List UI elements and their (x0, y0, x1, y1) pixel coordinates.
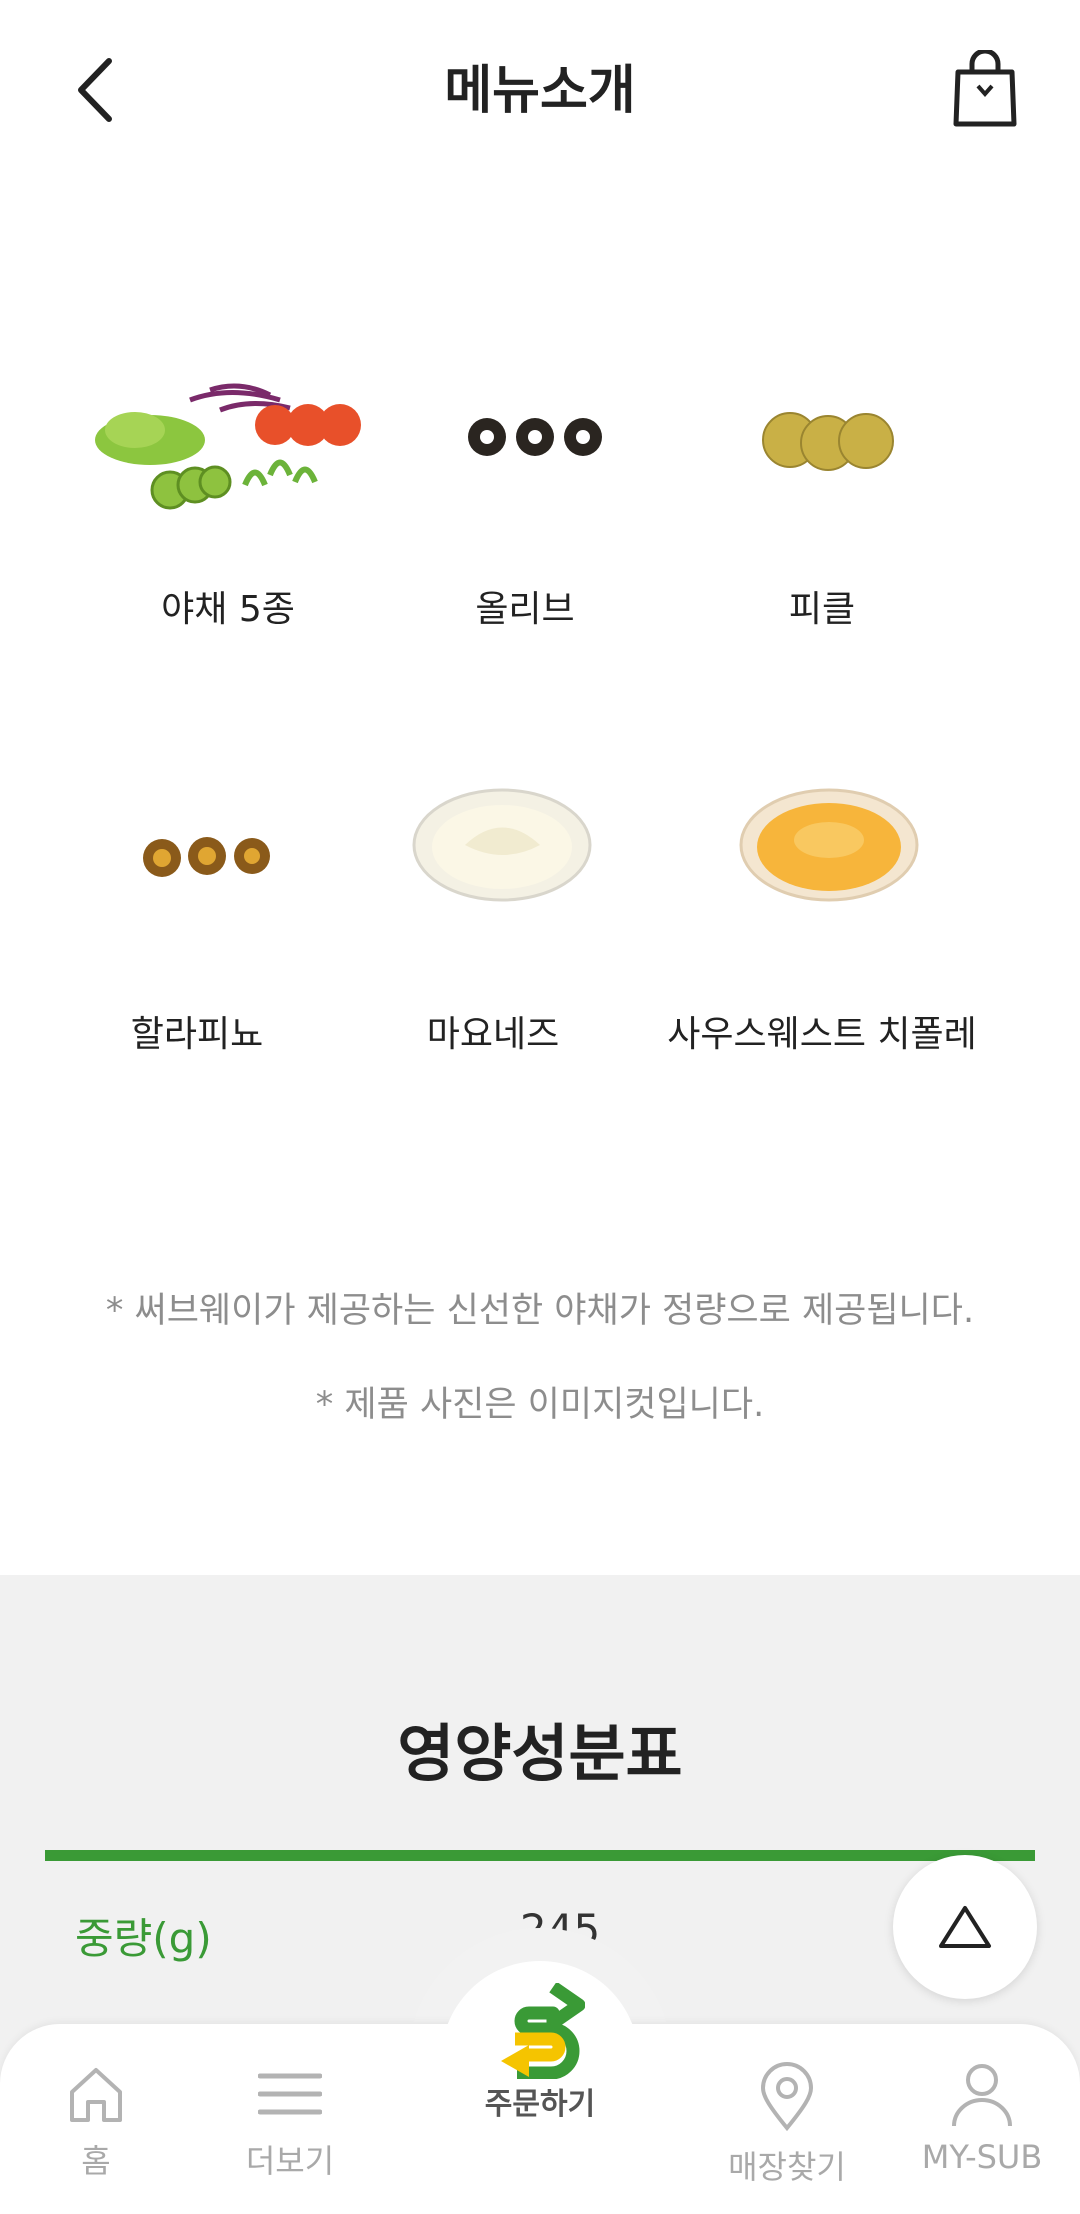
nutrition-divider (45, 1850, 1035, 1861)
olives-image (465, 412, 605, 462)
ingredient-label: 야채 5종 (161, 589, 295, 630)
ingredient-item-mayonnaise[interactable]: 마요네즈 (343, 1005, 643, 1065)
mayonnaise-bowl-image (410, 785, 595, 940)
tab-more[interactable]: 더보기 (210, 2062, 370, 2182)
pickles-image (760, 405, 900, 475)
cart-button[interactable] (950, 48, 1030, 135)
tab-my-sub[interactable]: MY-SUB (902, 2062, 1062, 2176)
tab-home[interactable]: 홈 (16, 2062, 176, 2182)
location-pin-icon (760, 2062, 814, 2132)
page-title: 메뉴소개 (444, 61, 636, 121)
vegetable-notice: * 써브웨이가 제공하는 신선한 야채가 정량으로 제공됩니다. (105, 1291, 975, 1331)
ingredient-label: 올리브 (475, 589, 575, 630)
image-notice: * 제품 사진은 이미지컷입니다. (315, 1385, 765, 1425)
ingredient-item-olives[interactable]: 올리브 (375, 580, 675, 640)
ingredient-item-vegetables[interactable]: 야채 5종 (78, 580, 378, 640)
tab-more-label: 더보기 (245, 2142, 335, 2180)
subway-logo-icon (501, 1983, 585, 2079)
vegetables-image (90, 370, 370, 520)
nutrition-row-label: 중량(g) (75, 1914, 212, 1963)
scroll-top-button[interactable] (893, 1855, 1037, 1999)
ingredient-label: 사우스웨스트 치폴레 (667, 1014, 977, 1055)
ingredient-label: 피클 (788, 589, 856, 630)
ingredient-item-jalapenos[interactable]: 할라피뇨 (47, 1005, 347, 1065)
ingredient-label: 할라피뇨 (130, 1014, 264, 1055)
menu-icon (257, 2073, 323, 2115)
chipotle-bowl-image (737, 785, 922, 940)
user-icon (952, 2064, 1012, 2127)
tab-store-finder-label: 매장찾기 (728, 2148, 846, 2186)
order-button-label: 주문하기 (484, 2087, 596, 2122)
tab-my-sub-label: MY-SUB (921, 2138, 1043, 2176)
app-header: 메뉴소개 (0, 0, 1080, 170)
jalapenos-image (140, 835, 275, 880)
tab-store-finder[interactable]: 매장찾기 (707, 2062, 867, 2188)
order-button[interactable]: 주문하기 (441, 1961, 639, 2159)
home-icon (70, 2068, 122, 2122)
shopping-bag-icon (953, 48, 1017, 127)
tab-home-label: 홈 (81, 2142, 111, 2180)
nutrition-title: 영양성분표 (397, 1717, 683, 1790)
triangle-up-icon (939, 1906, 991, 1948)
ingredient-item-southwest-chipotle[interactable]: 사우스웨스트 치폴레 (642, 1005, 1002, 1065)
ingredient-label: 마요네즈 (426, 1014, 560, 1055)
ingredient-item-pickles[interactable]: 피클 (672, 580, 972, 640)
